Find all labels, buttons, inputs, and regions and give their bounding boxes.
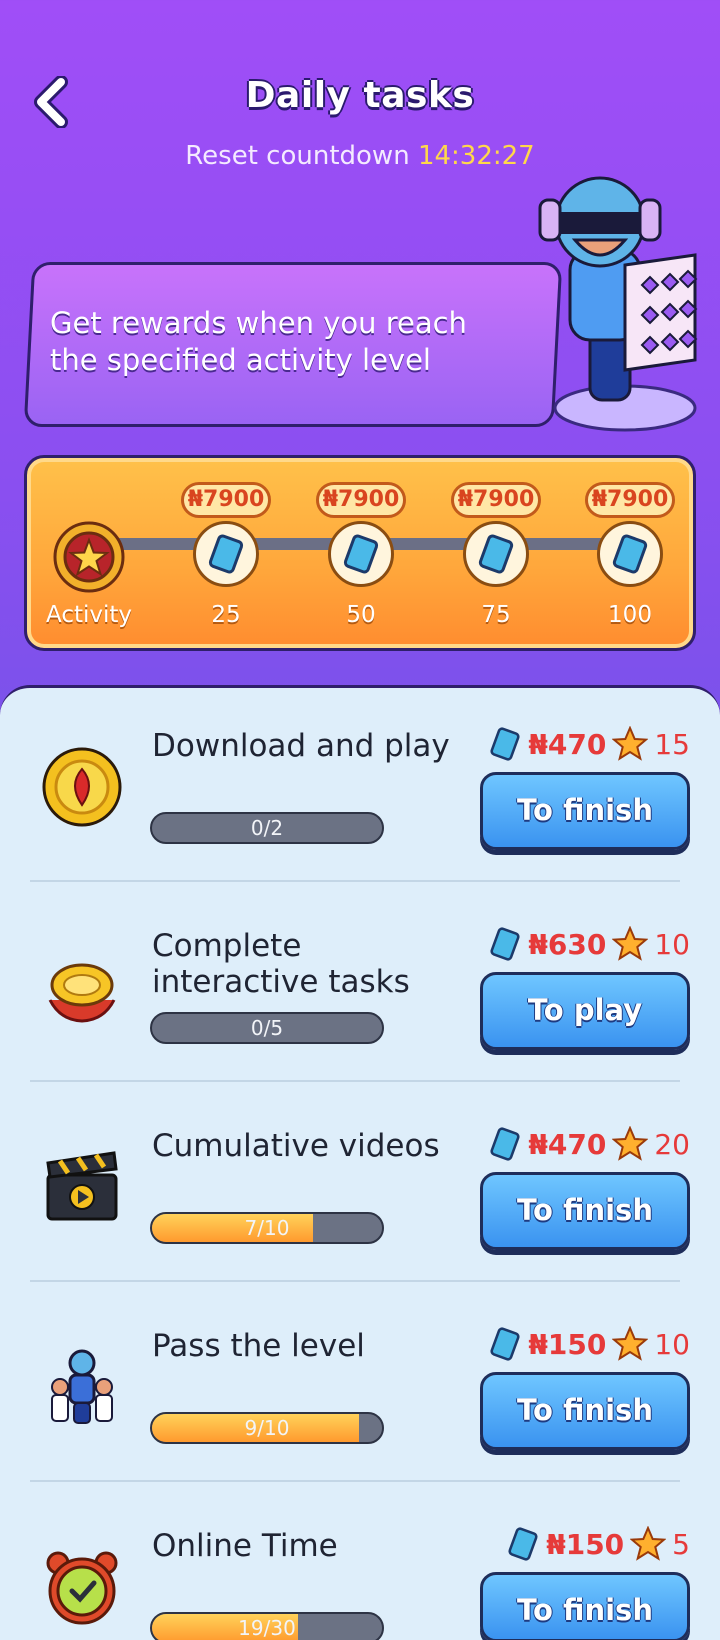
task-progress-bar: 9/10 bbox=[150, 1412, 384, 1444]
task-name: Pass the level bbox=[152, 1328, 365, 1364]
task-name: Complete interactive tasks bbox=[152, 928, 410, 1000]
milestone-level-100: 100 bbox=[608, 602, 652, 628]
milestone-level-50: 50 bbox=[346, 602, 376, 628]
atm-card-icon bbox=[490, 1327, 520, 1361]
milestone-level-75: 75 bbox=[481, 602, 511, 628]
task-reward: ₦150 5 bbox=[506, 1524, 690, 1564]
alarm-clock-icon bbox=[46, 1551, 118, 1625]
task-name: Download and play bbox=[152, 728, 450, 764]
atm-card-icon bbox=[490, 727, 520, 761]
milestone-reward-100: ₦7900 bbox=[585, 482, 675, 518]
task-star-reward: 10 bbox=[654, 1327, 690, 1361]
task-star-reward: 5 bbox=[672, 1527, 690, 1561]
countdown-time: 14:32:27 bbox=[417, 141, 535, 171]
milestone-chest-25[interactable] bbox=[193, 521, 259, 587]
divider bbox=[30, 1080, 680, 1082]
atm-card-icon bbox=[343, 534, 379, 574]
milestone-chest-75[interactable] bbox=[463, 521, 529, 587]
task-progress-text: 7/10 bbox=[244, 1216, 290, 1240]
milestone-reward-25: ₦7900 bbox=[181, 482, 271, 518]
atm-card-icon bbox=[208, 534, 244, 574]
reset-countdown: Reset countdown 14:32:27 bbox=[0, 141, 720, 171]
activity-medal-icon bbox=[53, 521, 125, 593]
task-cash-reward: ₦150 bbox=[528, 1327, 607, 1361]
milestone-chest-100[interactable] bbox=[597, 521, 663, 587]
divider bbox=[30, 1280, 680, 1282]
task-progress-text: 0/5 bbox=[250, 1016, 284, 1040]
top-bar: Daily tasks Reset countdown 14:32:27 bbox=[0, 0, 720, 190]
clapperboard-icon bbox=[46, 1151, 118, 1221]
task-star-reward: 20 bbox=[654, 1127, 690, 1161]
task-progress-bar: 19/30 bbox=[150, 1612, 384, 1640]
task-reward: ₦150 10 bbox=[488, 1324, 690, 1364]
task-row: Cumulative videos 7/10 ₦470 20 To finish bbox=[0, 1090, 720, 1290]
task-star-reward: 15 bbox=[654, 727, 690, 761]
milestone-level-25: 25 bbox=[211, 602, 241, 628]
task-row: Pass the level 9/10 ₦150 10 To finish bbox=[0, 1290, 720, 1490]
atm-card-icon bbox=[490, 927, 520, 961]
activity-label: Activity bbox=[46, 602, 133, 628]
task-action-button[interactable]: To finish bbox=[480, 772, 690, 850]
task-progress-text: 19/30 bbox=[238, 1616, 296, 1640]
team-players-icon bbox=[51, 1349, 113, 1424]
task-name: Cumulative videos bbox=[152, 1128, 440, 1164]
divider bbox=[30, 1480, 680, 1482]
task-progress-bar: 0/5 bbox=[150, 1012, 384, 1044]
task-star-reward: 10 bbox=[654, 927, 690, 961]
milestone-reward-50: ₦7900 bbox=[316, 482, 406, 518]
atm-card-icon bbox=[508, 1527, 538, 1561]
star-icon bbox=[612, 1326, 649, 1361]
star-icon bbox=[612, 1126, 649, 1161]
task-progress-text: 0/2 bbox=[250, 816, 284, 840]
star-icon bbox=[612, 726, 649, 761]
download-coin-icon bbox=[42, 747, 122, 827]
task-progress-text: 9/10 bbox=[244, 1416, 290, 1440]
atm-card-icon bbox=[490, 1127, 520, 1161]
atm-card-icon bbox=[478, 534, 514, 574]
star-icon bbox=[630, 1526, 667, 1561]
task-reward: ₦630 10 bbox=[488, 924, 690, 964]
task-cash-reward: ₦470 bbox=[528, 727, 607, 761]
atm-card-icon bbox=[612, 534, 648, 574]
task-progress-bar: 7/10 bbox=[150, 1212, 384, 1244]
task-action-button[interactable]: To play bbox=[480, 972, 690, 1050]
task-reward: ₦470 15 bbox=[488, 724, 690, 764]
task-row: Complete interactive tasks 0/5 ₦630 10 T… bbox=[0, 890, 720, 1090]
milestone-reward-75: ₦7900 bbox=[451, 482, 541, 518]
banner-text: Get rewards when you reach the specified… bbox=[50, 306, 467, 377]
milestone-chest-50[interactable] bbox=[328, 521, 394, 587]
task-row: Download and play 0/2 ₦470 15 To finish bbox=[0, 690, 720, 890]
countdown-label: Reset countdown bbox=[185, 141, 410, 171]
page-title: Daily tasks bbox=[245, 75, 475, 116]
divider bbox=[30, 880, 680, 882]
task-action-button[interactable]: To finish bbox=[480, 1372, 690, 1450]
task-row: Online Time 19/30 ₦150 5 To finish bbox=[0, 1490, 720, 1640]
star-icon bbox=[612, 926, 649, 961]
task-action-button[interactable]: To finish bbox=[480, 1172, 690, 1250]
task-action-button[interactable]: To finish bbox=[480, 1572, 690, 1640]
task-cash-reward: ₦150 bbox=[546, 1527, 625, 1561]
task-reward: ₦470 20 bbox=[488, 1124, 690, 1164]
mascot-illustration bbox=[538, 176, 698, 432]
task-name: Online Time bbox=[152, 1528, 338, 1564]
task-cash-reward: ₦470 bbox=[528, 1127, 607, 1161]
task-progress-bar: 0/2 bbox=[150, 812, 384, 844]
ring-gift-icon bbox=[48, 963, 116, 1023]
task-cash-reward: ₦630 bbox=[528, 927, 607, 961]
